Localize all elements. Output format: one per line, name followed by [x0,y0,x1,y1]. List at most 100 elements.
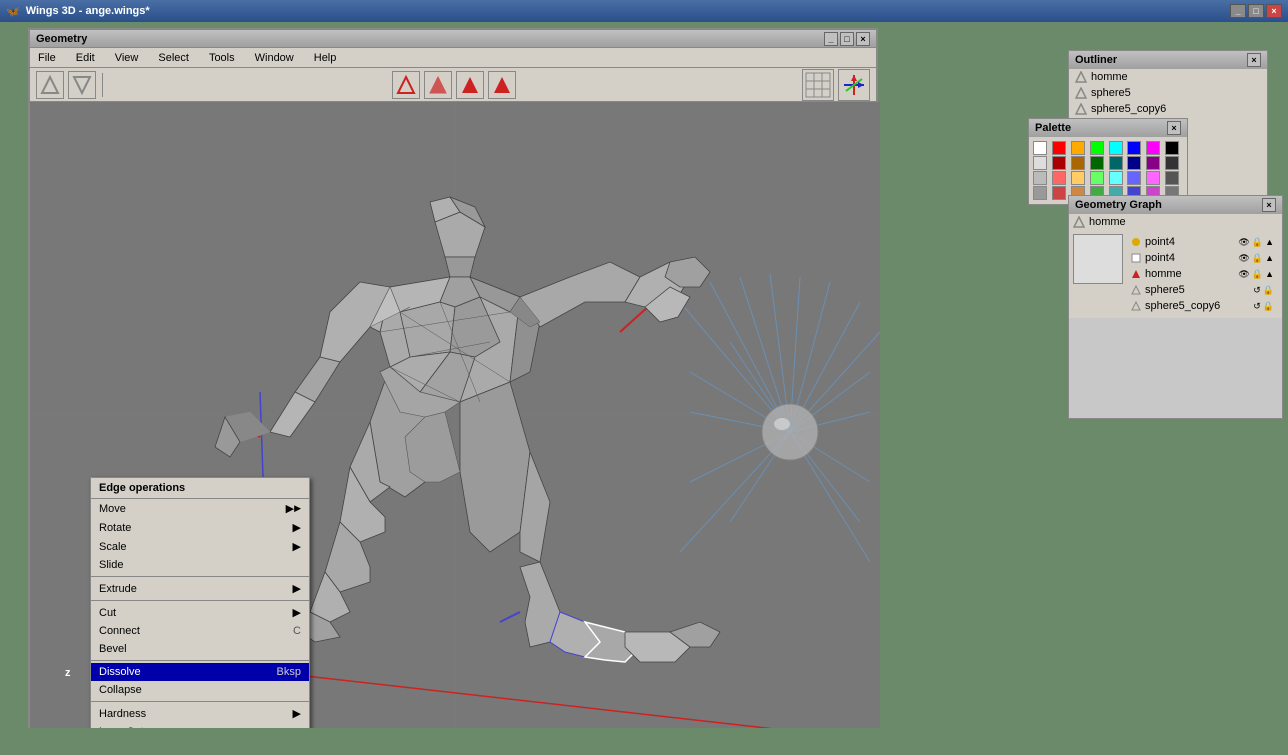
gg-scroll-area [1069,318,1282,418]
gg-up3-icon[interactable]: ▲ [1265,269,1274,279]
outliner-close[interactable]: × [1247,53,1261,67]
gg-lock3-icon[interactable]: 🔒 [1252,269,1263,280]
gg-point4a-label: point4 [1145,236,1175,248]
palette-swatch-21[interactable] [1127,171,1141,185]
palette-swatch-2[interactable] [1071,141,1085,155]
palette-swatch-11[interactable] [1090,156,1104,170]
palette-swatch-6[interactable] [1146,141,1160,155]
palette-swatch-1[interactable] [1052,141,1066,155]
toolbar-tri-red-half[interactable] [424,71,452,99]
gg-lock2-icon[interactable]: 🔒 [1252,253,1263,264]
gg-eye3-icon[interactable]: 👁 [1238,269,1249,280]
gg-point4a-controls: 👁 🔒 ▲ [1238,237,1274,248]
ctx-bevel[interactable]: Bevel [91,640,309,658]
geo-graph-close[interactable]: × [1262,198,1276,212]
outliner-item-sphere5copy6[interactable]: sphere5_copy6 [1069,101,1267,117]
close-button[interactable]: × [1266,4,1282,18]
ctx-extrude[interactable]: Extrude ▶ [91,579,309,598]
palette-swatch-12[interactable] [1109,156,1123,170]
geo-close[interactable]: × [856,32,870,46]
gg-item-sphere5[interactable]: sphere5 ↺ 🔒 [1127,282,1278,298]
gg-homme-controls: 👁 🔒 ▲ [1238,269,1274,280]
geo-minimize[interactable]: _ [824,32,838,46]
gg-item-sphere5copy6[interactable]: sphere5_copy6 ↺ 🔒 [1127,298,1278,314]
menu-view[interactable]: View [111,50,143,66]
ctx-loopcut[interactable]: Loop Cut [91,723,309,728]
tri-icon-sphere5copy [1075,103,1087,115]
toolbar-grid-view[interactable] [802,69,834,101]
palette-swatch-19[interactable] [1090,171,1104,185]
palette-swatch-4[interactable] [1109,141,1123,155]
ctx-extrude-label: Extrude [99,583,137,595]
palette-grid [1029,137,1187,204]
palette-swatch-0[interactable] [1033,141,1047,155]
palette-swatch-15[interactable] [1165,156,1179,170]
palette-swatch-18[interactable] [1071,171,1085,185]
gg-lock5-icon[interactable]: 🔒 [1263,301,1274,312]
ctx-cut[interactable]: Cut ▶ [91,603,309,622]
ctx-slide[interactable]: Slide [91,556,309,574]
menu-edit[interactable]: Edit [72,50,99,66]
palette-swatch-8[interactable] [1033,156,1047,170]
ctx-scale[interactable]: Scale ▶ [91,537,309,556]
palette-swatch-24[interactable] [1033,186,1047,200]
palette-swatch-5[interactable] [1127,141,1141,155]
palette-swatch-10[interactable] [1071,156,1085,170]
ctx-hardness[interactable]: Hardness ▶ [91,704,309,723]
gg-eye-icon[interactable]: 👁 [1238,237,1249,248]
gg-item-homme[interactable]: homme 👁 🔒 ▲ [1127,266,1278,282]
menu-window[interactable]: Window [251,50,298,66]
ctx-dissolve-shortcut: Bksp [277,666,301,678]
gg-item-point4a[interactable]: point4 👁 🔒 ▲ [1127,234,1278,250]
toolbar-tri-back[interactable] [68,71,96,99]
toolbar-tri-red-solid[interactable] [456,71,484,99]
palette-swatch-22[interactable] [1146,171,1160,185]
outliner-item-homme[interactable]: homme [1069,69,1267,85]
gg-parent-row[interactable]: homme [1069,214,1282,230]
palette-swatch-13[interactable] [1127,156,1141,170]
gg-up-icon[interactable]: ▲ [1265,237,1274,247]
gg-homme-label: homme [1145,268,1182,280]
toolbar-axes-view[interactable] [838,69,870,101]
palette-swatch-7[interactable] [1165,141,1179,155]
palette-swatch-20[interactable] [1109,171,1123,185]
gg-lock4-icon[interactable]: 🔒 [1263,285,1274,296]
palette-swatch-14[interactable] [1146,156,1160,170]
gg-eye2-icon[interactable]: 👁 [1238,253,1249,264]
palette-swatch-9[interactable] [1052,156,1066,170]
menu-tools[interactable]: Tools [205,50,239,66]
context-menu: Edge operations Move ▶ Rotate ▶ Scale ▶ … [90,477,310,728]
toolbar-tri-up-outline[interactable] [36,71,64,99]
palette-swatch-17[interactable] [1052,171,1066,185]
ctx-rotate-arrow: ▶ [293,521,301,534]
palette-swatch-23[interactable] [1165,171,1179,185]
outliner-item-sphere5[interactable]: sphere5 [1069,85,1267,101]
toolbar-tri-red-outline[interactable] [392,71,420,99]
geo-maximize[interactable]: □ [840,32,854,46]
menu-file[interactable]: File [34,50,60,66]
gg-refresh4-icon[interactable]: ↺ [1253,285,1261,296]
menu-select[interactable]: Select [154,50,193,66]
palette-close[interactable]: × [1167,121,1181,135]
gg-refresh5-icon[interactable]: ↺ [1253,301,1261,312]
geo-viewport[interactable]: Edges 113, 730 selected. Angle 140.98704… [30,102,880,728]
menu-help[interactable]: Help [310,50,341,66]
palette-swatch-25[interactable] [1052,186,1066,200]
ctx-move[interactable]: Move ▶ [91,499,309,518]
ctx-connect[interactable]: Connect C [91,622,309,640]
palette-swatch-16[interactable] [1033,171,1047,185]
palette-swatch-3[interactable] [1090,141,1104,155]
toolbar-tri-red-solid2[interactable] [488,71,516,99]
tri-gg-homme [1131,269,1141,279]
gg-lock-icon[interactable]: 🔒 [1252,237,1263,248]
maximize-button[interactable]: □ [1248,4,1264,18]
ctx-cut-arrow: ▶ [293,606,301,619]
ctx-collapse[interactable]: Collapse [91,681,309,699]
gg-item-point4b[interactable]: point4 👁 🔒 ▲ [1127,250,1278,266]
outliner-homme-label: homme [1091,71,1128,83]
minimize-button[interactable]: _ [1230,4,1246,18]
gg-sphere5-label: sphere5 [1145,284,1185,296]
ctx-rotate[interactable]: Rotate ▶ [91,518,309,537]
ctx-dissolve[interactable]: Dissolve Bksp [91,663,309,681]
gg-up2-icon[interactable]: ▲ [1265,253,1274,263]
